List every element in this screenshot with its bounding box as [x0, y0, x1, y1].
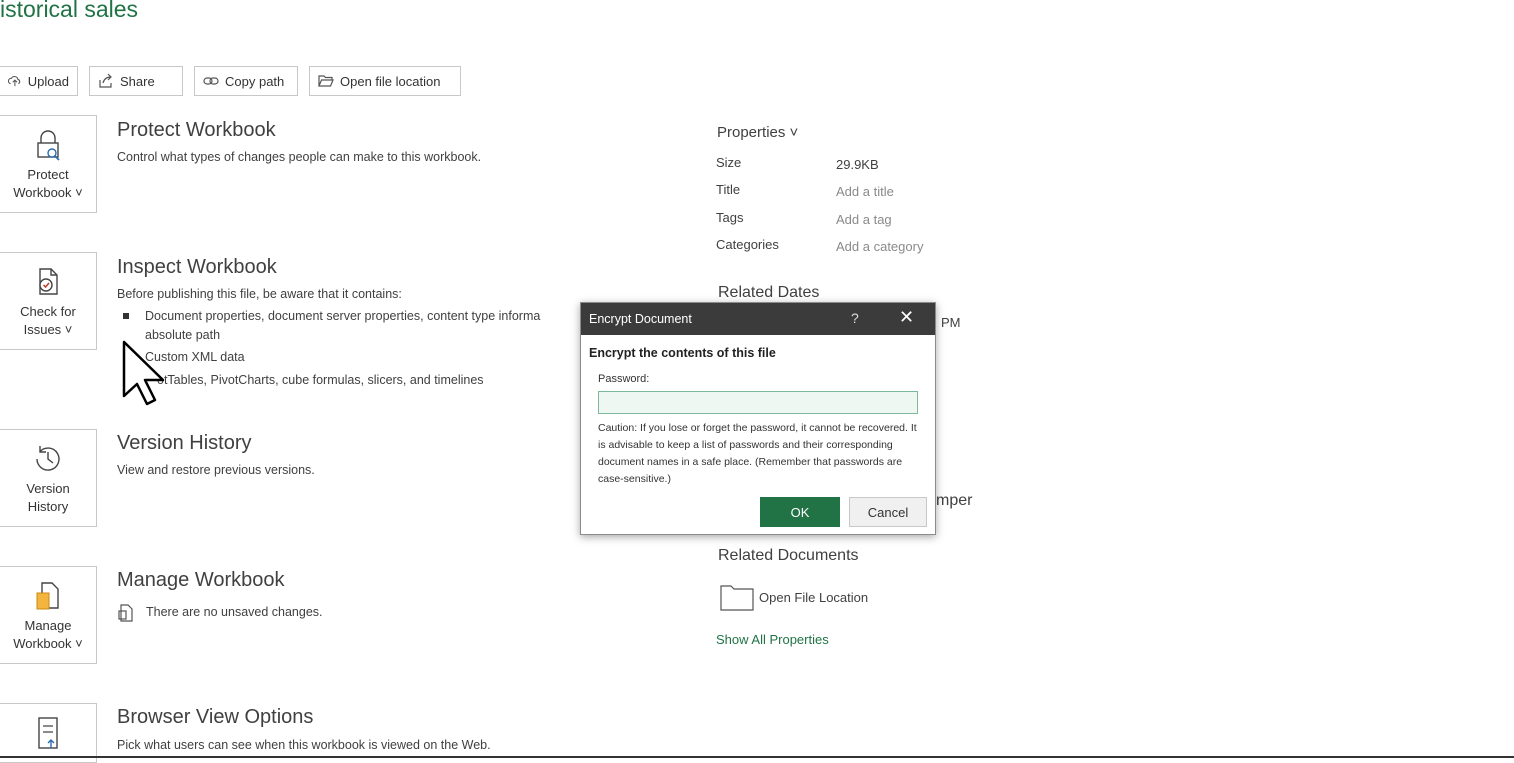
- dialog-title: Encrypt Document: [589, 312, 692, 326]
- upload-icon: [8, 76, 21, 87]
- password-input[interactable]: [598, 391, 918, 414]
- property-key: Size: [716, 155, 742, 170]
- related-documents-heading: Related Documents: [718, 547, 859, 564]
- inspect-tile-line1: Check for: [20, 304, 76, 319]
- bottom-border: [0, 756, 1514, 758]
- encrypt-document-dialog: Encrypt Document ? ✕ Encrypt the content…: [580, 302, 936, 535]
- upload-button[interactable]: Upload: [0, 66, 78, 96]
- password-label: Password:: [598, 373, 650, 385]
- open-file-location-label: Open file location: [340, 73, 441, 89]
- inspect-heading: Inspect Workbook: [117, 256, 277, 278]
- partial-heading-text: mper: [936, 492, 973, 509]
- property-key: Categories: [716, 237, 779, 252]
- document-icon: [118, 604, 133, 622]
- dialog-title-bar: Encrypt Document ? ✕: [581, 303, 935, 335]
- version-tile-line1: Version: [26, 481, 70, 496]
- manage-tile-line2: Workbook ˅: [13, 636, 83, 651]
- copy-path-button[interactable]: Copy path: [194, 66, 298, 96]
- property-value[interactable]: Add a title: [836, 184, 894, 199]
- manage-workbook-button[interactable]: Manage Workbook ˅: [0, 566, 97, 664]
- mouse-cursor-icon: [122, 340, 165, 406]
- cancel-button[interactable]: Cancel: [849, 497, 927, 527]
- manage-workbook-icon: [36, 582, 59, 610]
- browser-view-options-button[interactable]: [0, 703, 97, 763]
- protect-desc: Control what types of changes people can…: [117, 150, 482, 164]
- version-tile-line2: History: [27, 499, 69, 514]
- check-for-issues-button[interactable]: Check for Issues ˅: [0, 252, 97, 350]
- related-dates-heading: Related Dates: [718, 284, 820, 301]
- upload-label: Upload: [27, 73, 69, 89]
- inspect-item: otTables, PivotCharts, cube formulas, sl…: [157, 373, 484, 387]
- manage-desc: There are no unsaved changes.: [146, 605, 323, 619]
- ok-button[interactable]: OK: [760, 497, 840, 527]
- share-button[interactable]: Share: [89, 66, 183, 96]
- open-file-location-button[interactable]: Open file location: [309, 66, 461, 96]
- show-all-properties-link[interactable]: Show All Properties: [716, 632, 829, 647]
- version-history-button[interactable]: Version History: [0, 429, 97, 527]
- manage-heading: Manage Workbook: [117, 569, 285, 591]
- browser-heading: Browser View Options: [117, 706, 314, 728]
- page-title: istorical sales: [0, 0, 139, 22]
- protect-tile-line1: Protect: [27, 167, 69, 182]
- inspect-desc: Before publishing this file, be aware th…: [117, 287, 402, 301]
- inspect-item: Document properties, document server pro…: [145, 309, 541, 323]
- link-icon: [203, 77, 219, 85]
- property-value[interactable]: Add a tag: [836, 212, 892, 227]
- protect-tile-line2: Workbook ˅: [13, 185, 83, 200]
- partial-time-text: PM: [941, 315, 961, 330]
- inspect-document-icon: [39, 268, 58, 295]
- folder-icon: [720, 585, 754, 611]
- protect-workbook-button[interactable]: Protect Workbook ˅: [0, 115, 97, 213]
- inspect-tile-line2: Issues ˅: [23, 322, 73, 337]
- dialog-heading: Encrypt the contents of this file: [589, 346, 776, 360]
- property-value: 29.9KB: [836, 157, 879, 172]
- browser-view-icon: [38, 717, 58, 749]
- lock-icon: [37, 130, 60, 161]
- protect-heading: Protect Workbook: [117, 119, 276, 141]
- version-desc: View and restore previous versions.: [117, 463, 315, 477]
- property-value[interactable]: Add a category: [836, 239, 923, 254]
- browser-desc: Pick what users can see when this workbo…: [117, 738, 491, 752]
- open-file-location-link[interactable]: Open File Location: [759, 590, 868, 605]
- share-icon: [99, 73, 112, 88]
- bullet-marker: [123, 313, 129, 319]
- history-clock-icon: [36, 446, 60, 471]
- properties-dropdown[interactable]: Properties ˅: [717, 124, 798, 141]
- manage-tile-line1: Manage: [24, 618, 72, 633]
- property-key: Tags: [716, 210, 744, 225]
- share-label: Share: [120, 73, 155, 89]
- copy-path-label: Copy path: [225, 73, 285, 89]
- help-button[interactable]: ?: [851, 310, 859, 326]
- folder-open-icon: [318, 75, 334, 87]
- close-icon[interactable]: ✕: [899, 307, 914, 328]
- version-heading: Version History: [117, 432, 252, 454]
- caution-text: Caution: If you lose or forget the passw…: [598, 422, 917, 485]
- property-key: Title: [716, 182, 741, 197]
